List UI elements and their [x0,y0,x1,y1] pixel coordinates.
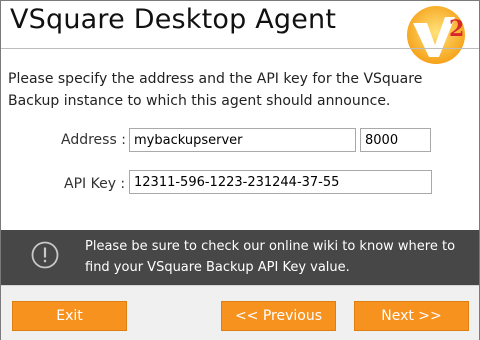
api-key-label: API Key : [64,176,126,192]
notice-banner: Please be sure to check our online wiki … [1,230,479,285]
exit-button[interactable]: Exit [12,301,127,331]
header-divider [1,48,479,49]
api-key-input[interactable] [129,170,432,194]
header: VSquare Desktop Agent 2 [1,1,479,64]
notice-text: Please be sure to check our online wiki … [85,239,456,275]
address-input[interactable] [129,128,356,152]
previous-button[interactable]: << Previous [221,301,336,331]
footer-bar: Exit << Previous Next >> [1,285,479,340]
vsquare-logo-icon: 2 [407,6,465,64]
address-label: Address : [61,132,126,148]
exclamation-circle-icon [31,241,59,269]
port-input[interactable] [360,128,431,152]
agent-window: VSquare Desktop Agent 2 Please specify t… [0,0,480,340]
intro-text: Please specify the address and the API k… [8,71,423,109]
logo-number: 2 [449,16,464,42]
next-button[interactable]: Next >> [354,301,469,331]
window-title: VSquare Desktop Agent [10,4,337,35]
